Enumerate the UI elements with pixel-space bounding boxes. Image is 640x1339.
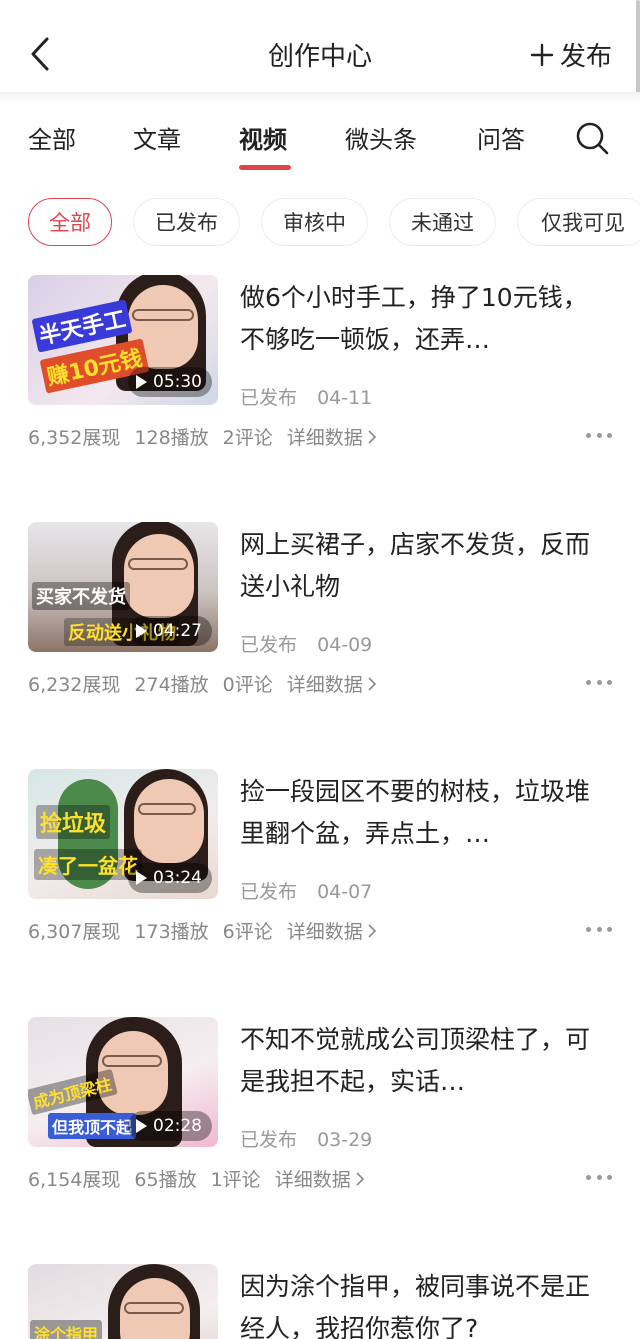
status-label: 已发布 [240,1129,298,1151]
video-duration: 04:27 [153,621,202,641]
play-icon [136,375,147,389]
status-label: 已发布 [240,387,298,409]
status-filter-bar: 全部 已发布 审核中 未通过 仅我可见 [0,196,640,250]
publish-date: 04-11 [317,387,373,409]
detail-data-link[interactable]: 详细数据 [287,917,377,944]
thumbnail-caption: 但我顶不起 [48,1113,137,1139]
video-duration: 05:30 [153,372,202,392]
status-label: 已发布 [240,881,298,903]
tab-videos[interactable]: 视频 [239,120,287,155]
publish-label: 发布 [559,42,612,72]
play-icon [136,871,147,885]
video-title[interactable]: 因为涂个指甲，被同事说不是正经人，我招你惹你了? [240,1266,600,1339]
publish-status: 已发布 03-29 [240,1125,386,1152]
video-duration: 03:24 [153,868,202,888]
video-list-item[interactable]: 买家不发货 反动送小礼物 04:27 网上买裙子，店家不发货，反而送小礼物 已发… [0,522,640,722]
more-options-icon[interactable] [586,425,612,445]
chevron-right-icon [356,1171,364,1186]
video-duration: 02:28 [153,1116,202,1136]
tab-articles[interactable]: 文章 [133,120,181,155]
publish-status: 已发布 04-09 [240,630,386,657]
plays-count: 128播放 [134,427,209,449]
top-navbar: 创作中心 发布 [0,14,640,94]
detail-data-label: 详细数据 [286,674,363,696]
video-list-item[interactable]: 涂个指甲 因为涂个指甲，被同事说不是正经人，我招你惹你了? [0,1264,640,1339]
video-stats: 6,352展现 128播放 2评论 详细数据 [28,423,377,450]
plus-icon [530,43,554,66]
plays-count: 65播放 [134,1169,197,1191]
detail-data-label: 详细数据 [286,921,363,943]
duration-badge: 04:27 [128,616,212,646]
search-icon [576,122,609,155]
filter-rejected[interactable]: 未通过 [389,198,496,246]
video-thumbnail[interactable]: 成为顶梁柱 但我顶不起 02:28 [28,1017,218,1147]
comments-count: 2评论 [222,427,273,449]
video-thumbnail[interactable]: 涂个指甲 [28,1264,218,1339]
video-list-item[interactable]: 成为顶梁柱 但我顶不起 02:28 不知不觉就成公司顶梁柱了，可是我担不起，实话… [0,1017,640,1217]
duration-badge: 05:30 [128,367,212,397]
thumbnail-caption: 凑了一盆花 [34,849,142,880]
detail-data-link[interactable]: 详细数据 [275,1165,365,1192]
play-icon [136,624,147,638]
more-options-icon[interactable] [586,1167,612,1187]
tab-qa[interactable]: 问答 [477,120,525,155]
publish-button[interactable]: 发布 [530,36,612,73]
play-icon [136,1119,147,1133]
thumbnail-caption: 捡垃圾 [36,805,111,839]
video-title[interactable]: 捡一段园区不要的树枝，垃圾堆里翻个盆，弄点土，… [240,771,600,855]
filter-reviewing[interactable]: 审核中 [261,198,368,246]
chevron-right-icon [368,676,376,691]
content-type-tabs: 全部 文章 视频 微头条 问答 [0,108,640,178]
duration-badge: 03:24 [128,863,212,893]
publish-date: 04-09 [317,634,373,656]
detail-data-link[interactable]: 详细数据 [287,423,377,450]
impressions-count: 6,232展现 [28,674,121,696]
comments-count: 6评论 [222,921,273,943]
filter-private[interactable]: 仅我可见 [517,198,640,246]
comments-count: 0评论 [222,674,273,696]
plays-count: 274播放 [134,674,209,696]
plays-count: 173播放 [134,921,209,943]
more-options-icon[interactable] [586,919,612,939]
comments-count: 1评论 [210,1169,261,1191]
impressions-count: 6,154展现 [28,1169,121,1191]
publish-status: 已发布 04-07 [240,877,386,904]
thumbnail-caption: 买家不发货 [32,582,130,610]
video-thumbnail[interactable]: 捡垃圾 凑了一盆花 03:24 [28,769,218,899]
video-thumbnail[interactable]: 半天手工 赚10元钱 05:30 [28,275,218,405]
video-thumbnail[interactable]: 买家不发货 反动送小礼物 04:27 [28,522,218,652]
navbar-divider [0,92,640,104]
detail-data-link[interactable]: 详细数据 [287,670,377,697]
filter-published[interactable]: 已发布 [133,198,240,246]
publish-date: 04-07 [317,881,373,903]
video-list-item[interactable]: 半天手工 赚10元钱 05:30 做6个小时手工，挣了10元钱，不够吃一顿饭，还… [0,275,640,475]
status-label: 已发布 [240,634,298,656]
filter-all[interactable]: 全部 [28,198,112,246]
video-list-item[interactable]: 捡垃圾 凑了一盆花 03:24 捡一段园区不要的树枝，垃圾堆里翻个盆，弄点土，…… [0,769,640,969]
video-stats: 6,232展现 274播放 0评论 详细数据 [28,670,377,697]
more-options-icon[interactable] [586,672,612,692]
status-bar [0,0,640,10]
search-button[interactable] [574,120,610,156]
thumbnail-caption: 涂个指甲 [30,1320,103,1339]
video-stats: 6,154展现 65播放 1评论 详细数据 [28,1165,365,1192]
tab-micro-posts[interactable]: 微头条 [345,120,417,155]
publish-status: 已发布 04-11 [240,383,386,410]
video-title[interactable]: 不知不觉就成公司顶梁柱了，可是我担不起，实话… [240,1019,600,1103]
video-stats: 6,307展现 173播放 6评论 详细数据 [28,917,377,944]
video-title[interactable]: 网上买裙子，店家不发货，反而送小礼物 [240,524,600,608]
detail-data-label: 详细数据 [286,427,363,449]
chevron-right-icon [368,923,376,938]
duration-badge: 02:28 [128,1111,212,1141]
impressions-count: 6,352展现 [28,427,121,449]
tab-all[interactable]: 全部 [28,120,76,155]
detail-data-label: 详细数据 [274,1169,351,1191]
publish-date: 03-29 [317,1129,373,1151]
video-title[interactable]: 做6个小时手工，挣了10元钱，不够吃一顿饭，还弄… [240,277,600,361]
chevron-right-icon [368,429,376,444]
impressions-count: 6,307展现 [28,921,121,943]
active-tab-indicator [239,165,291,170]
